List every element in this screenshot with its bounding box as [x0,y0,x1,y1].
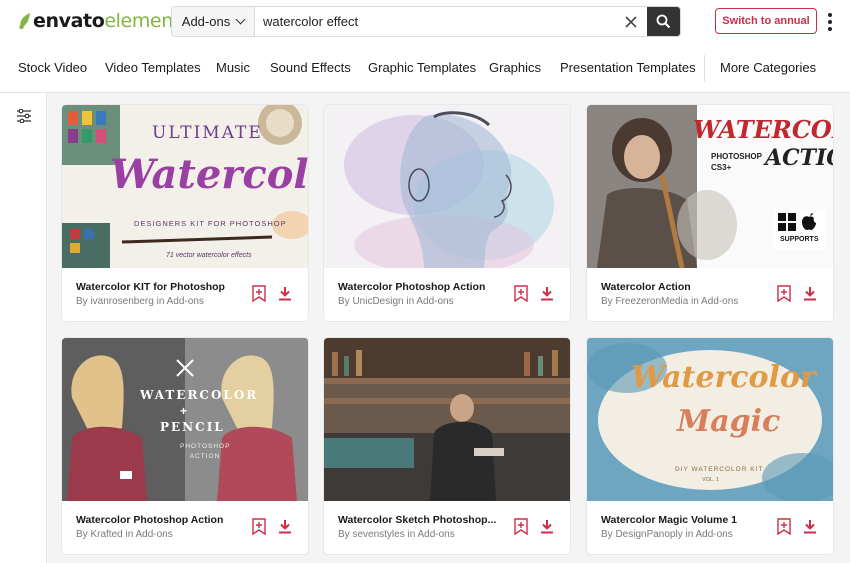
thumb-text-watercolor: Watercolor [110,151,308,198]
apple-logo-icon [802,213,816,230]
thumb-text-designers-kit: DESIGNERS KIT FOR PHOTOSHOP [134,219,287,228]
search-input[interactable] [255,7,615,36]
item-thumbnail[interactable] [324,105,570,268]
download-icon[interactable] [803,286,817,301]
nav-graphic-templates[interactable]: Graphic Templates [368,60,476,75]
nav-more-categories[interactable]: More Categories [720,60,816,75]
thumb-text-vol1: VOL. 1 [702,477,720,483]
nav-presentation-templates[interactable]: Presentation Templates [560,60,696,75]
item-title[interactable]: Watercolor KIT for Photoshop [76,281,225,293]
nav-sound-effects[interactable]: Sound Effects [270,60,351,75]
item-thumbnail[interactable]: WATERCOLOR + PENCIL PHOTOSHOP ACTION [62,338,308,501]
nav-graphics[interactable]: Graphics [489,60,541,75]
search-category-select[interactable]: Add-ons [172,7,255,36]
thumb-text-diy-kit: DIY WATERCOLOR KIT [675,466,764,473]
thumb-text-watercolor: WATERCOLOR [693,115,833,144]
bookmark-add-icon[interactable] [777,518,791,535]
clear-search-button[interactable] [615,7,647,36]
nav-video-templates[interactable]: Video Templates [105,60,201,75]
item-author[interactable]: By DesignPanoply in Add-ons [601,529,733,540]
thumb-text-magic: Magic [677,404,781,439]
item-card[interactable]: ULTIMATE Watercolor DESIGNERS KIT FOR PH… [62,105,308,321]
download-icon[interactable] [278,519,292,534]
item-card[interactable]: Watercolor Sketch Photoshop... By sevens… [324,338,570,554]
envato-elements-logo[interactable]: envatoelements [18,9,190,33]
switch-to-annual-button[interactable]: Switch to annual [715,8,817,34]
envato-leaf-icon [19,13,30,30]
item-title[interactable]: Watercolor Magic Volume 1 [601,514,737,526]
download-icon[interactable] [278,286,292,301]
thumb-text-pencil: PENCIL [160,420,225,434]
more-options-icon[interactable] [826,12,834,32]
thumb-text-action: ACTION [765,145,833,171]
download-icon[interactable] [540,286,554,301]
item-author[interactable]: By sevenstyles in Add-ons [338,529,455,540]
item-card[interactable]: Watercolor Photoshop Action By UnicDesig… [324,105,570,321]
item-thumbnail[interactable] [324,338,570,501]
top-header: envatoelements Add-ons Switch to annual [0,0,850,43]
thumb-text-ultimate: ULTIMATE [152,123,263,143]
item-author[interactable]: By UnicDesign in Add-ons [338,296,454,307]
download-icon[interactable] [803,519,817,534]
filter-sidebar [0,93,47,563]
search-icon [656,14,671,29]
close-icon [625,15,637,28]
windows-logo-icon [778,213,796,231]
nav-divider [704,55,705,82]
thumb-text-supports: SUPPORTS [780,236,819,243]
thumb-text-photoshop-action: PHOTOSHOP ACTION [180,443,231,460]
bookmark-add-icon[interactable] [777,285,791,302]
item-title[interactable]: Watercolor Photoshop Action [338,281,485,293]
search-button[interactable] [647,7,680,36]
thumb-text-watercolor: WATERCOLOR [140,388,259,402]
category-nav: Stock Video Video Templates Music Sound … [0,43,850,93]
item-thumbnail[interactable]: ULTIMATE Watercolor DESIGNERS KIT FOR PH… [62,105,308,268]
nav-stock-video[interactable]: Stock Video [18,60,87,75]
filter-sliders-icon[interactable] [16,109,32,123]
item-title[interactable]: Watercolor Action [601,281,691,293]
item-author[interactable]: By FreezeronMedia in Add-ons [601,296,738,307]
item-thumbnail[interactable]: Watercolor Magic DIY WATERCOLOR KIT VOL.… [587,338,833,501]
logo-text-envato: envato [33,10,105,32]
download-icon[interactable] [540,519,554,534]
item-card[interactable]: WATERCOLOR + PENCIL PHOTOSHOP ACTION Wat… [62,338,308,554]
thumb-text-vector-effects: 71 vector watercolor effects [166,252,252,259]
search-bar: Add-ons [171,6,681,37]
item-title[interactable]: Watercolor Sketch Photoshop... [338,514,496,526]
item-title[interactable]: Watercolor Photoshop Action [76,514,223,526]
thumb-text-watercolor: Watercolor [631,360,816,395]
bookmark-add-icon[interactable] [514,285,528,302]
search-category-label: Add-ons [181,14,231,29]
chevron-down-icon [235,14,246,25]
item-author[interactable]: By Krafted in Add-ons [76,529,173,540]
bookmark-add-icon[interactable] [252,285,266,302]
thumb-text-photoshop-cs3: PHOTOSHOP CS3+ [711,152,762,172]
item-author[interactable]: By ivanrosenberg in Add-ons [76,296,204,307]
thumb-text-plus: + [180,404,188,418]
item-card[interactable]: WATERCOLOR PHOTOSHOP CS3+ ACTION SUPPORT… [587,105,833,321]
bookmark-add-icon[interactable] [252,518,266,535]
bookmark-add-icon[interactable] [514,518,528,535]
item-thumbnail[interactable]: WATERCOLOR PHOTOSHOP CS3+ ACTION SUPPORT… [587,105,833,268]
item-card[interactable]: Watercolor Magic DIY WATERCOLOR KIT VOL.… [587,338,833,554]
nav-music[interactable]: Music [216,60,250,75]
